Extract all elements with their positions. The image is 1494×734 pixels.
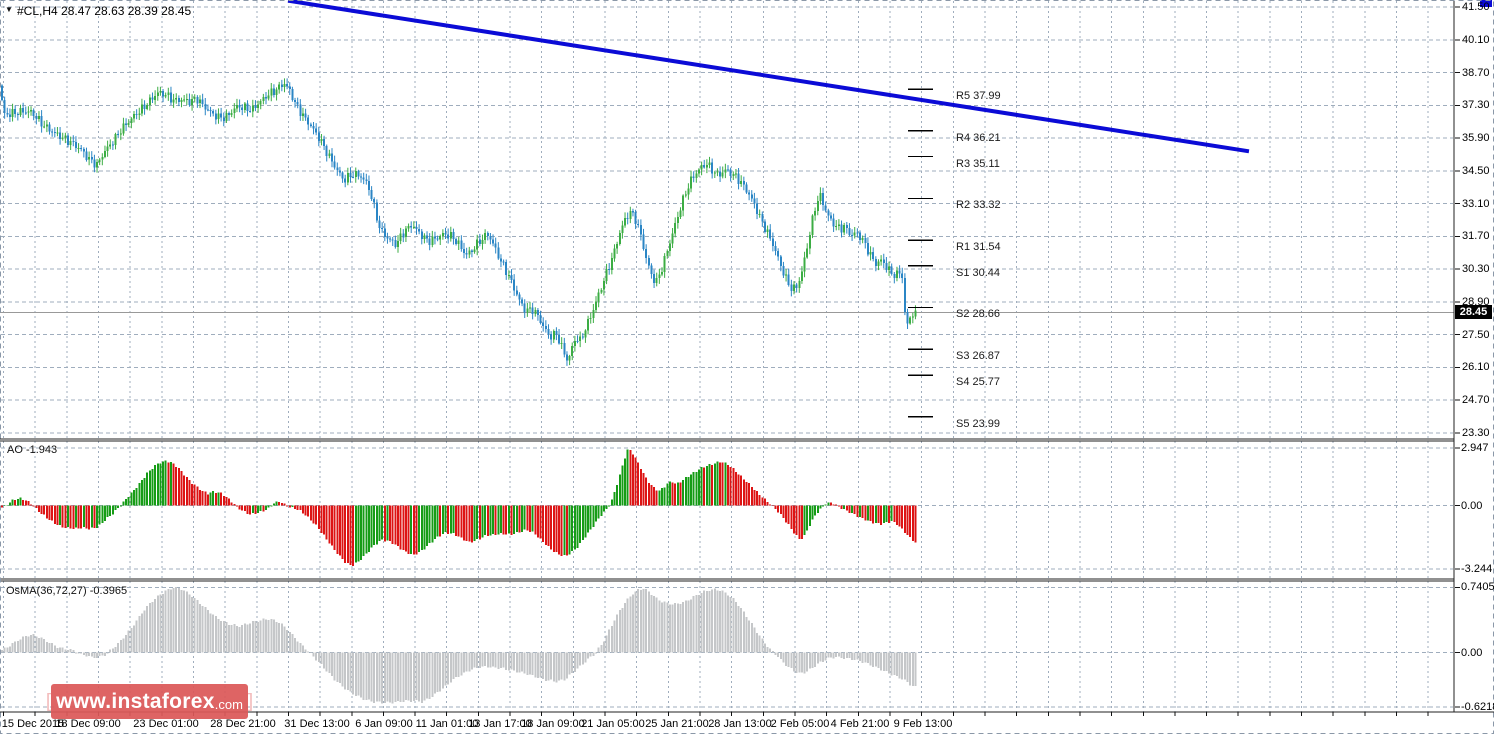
price-axis-label: 27.50: [1462, 328, 1490, 341]
price-axis-label: 26.10: [1462, 361, 1490, 374]
watermark-tld: .com: [214, 696, 243, 712]
watermark-bracket-right: ]: [247, 690, 254, 712]
ao-bars-falling: [1, 450, 917, 567]
candle-wicks-down: [1, 78, 909, 366]
price-axis-label: 31.70: [1462, 230, 1490, 243]
price-axis-label: 33.10: [1462, 197, 1490, 210]
ao-axis-label: -3.244: [1461, 562, 1493, 575]
chart-window: R5 37.99 R4 36.21 R3 35.11 R2 33.32 R1 31.54…: [0, 0, 1494, 734]
grid-vertical: [3, 1, 1429, 712]
current-price-badge: 28.45: [1455, 305, 1492, 319]
price-axis-label: 40.10: [1462, 33, 1490, 46]
candle-bodies-up: [11, 84, 917, 361]
price-axis-label: 23.30: [1462, 426, 1490, 439]
price-axis-label: 24.70: [1462, 394, 1490, 407]
ao-indicator-label: AO -1.943: [7, 444, 58, 456]
candle-bodies-down: [1, 84, 909, 361]
instaforex-watermark: [ www.instaforex .com ]: [46, 684, 253, 719]
watermark-bracket-left: [: [45, 690, 52, 712]
pivot-label-r5: R5 37.99: [956, 90, 1001, 103]
ao-axis-label: 2.947: [1461, 442, 1489, 455]
price-axis-label: 38.70: [1462, 66, 1490, 79]
chart-canvas[interactable]: [0, 0, 1494, 734]
pivot-label-r3: R3 35.11: [956, 157, 1000, 170]
pivot-label-s4: S4 25.77: [956, 376, 1001, 389]
price-axis-label: 37.30: [1462, 99, 1490, 112]
osma-axis-label: 0.7405: [1461, 581, 1494, 594]
price-axis-label: 35.90: [1462, 132, 1490, 145]
osma-axis-label: 0.00: [1461, 646, 1483, 659]
ao-axis-label: 0.00: [1461, 499, 1483, 512]
price-axis-label: 41.50: [1462, 1, 1490, 13]
watermark-domain: www.instaforex: [56, 689, 215, 713]
osma-axis-label: -0.6218: [1461, 701, 1494, 714]
pivot-label-s3: S3 26.87: [956, 350, 1001, 363]
symbol-dropdown-icon[interactable]: ▼: [5, 5, 13, 14]
pivot-label-s5: S5 23.99: [956, 417, 1001, 430]
chart-title-ohlc: #CL,H4 28.47 28.63 28.39 28.45: [17, 4, 192, 18]
osma-indicator-label: OsMA(36,72,27) -0.3965: [6, 585, 128, 597]
price-axis-label: 30.30: [1462, 263, 1490, 276]
pivot-label-r2: R2 33.32: [956, 199, 1001, 212]
pivot-label-r1: R1 31.54: [956, 241, 1001, 254]
price-axis-label: 34.50: [1462, 164, 1490, 177]
time-axis-label: 9 Feb 13:00: [893, 718, 953, 730]
descending-trendline: [287, 0, 1250, 154]
pivot-label-r4: R4 36.21: [956, 131, 1001, 144]
pivot-label-s1: S1 30.44: [956, 266, 1001, 279]
pivot-label-s2: S2 28.66: [956, 308, 1001, 321]
candle-wicks-up: [12, 78, 916, 366]
